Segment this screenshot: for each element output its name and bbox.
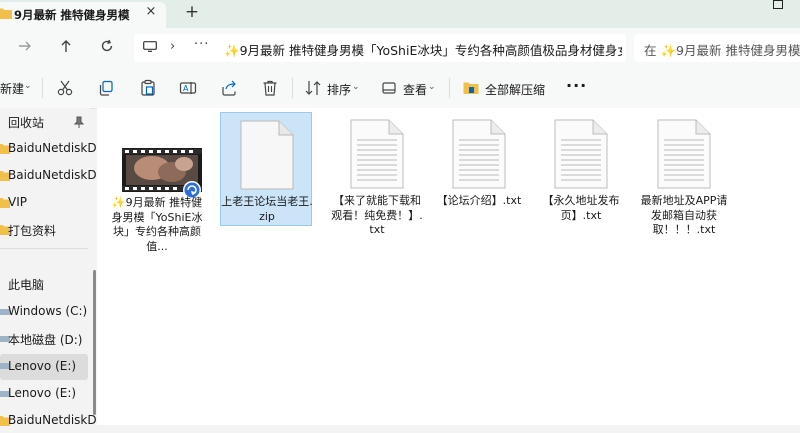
arrow-right-icon (19, 41, 31, 51)
command-bar: 新建 ⌄ A 排序 ⌄ 查看 ⌄ 全部解压缩 ··· (0, 68, 800, 109)
divider (0, 248, 88, 249)
sidebar-item-label: 本地磁盘 (D:) (8, 333, 83, 347)
file-item-txt[interactable]: 【论坛介绍】.txt (433, 112, 525, 226)
file-name: 【来了就能下载和观看！纯免费！】.txt (331, 194, 423, 236)
text-file-icon (452, 119, 506, 189)
file-item-txt[interactable]: 最新地址及APP请发邮箱自动获取！！！.txt (638, 112, 730, 236)
share-icon[interactable] (220, 79, 238, 97)
rename-icon[interactable]: A (179, 79, 197, 97)
divider (42, 78, 43, 98)
more-options-button[interactable]: ··· (566, 76, 587, 95)
address-bar[interactable]: › ··· ✨9月最新 推特健身男模「YoShiE冰块」专约各种高颜值极品身材健… (134, 34, 626, 62)
sidebar-item-label: Windows (C:) (8, 304, 88, 318)
sidebar-item-recycle-bin[interactable]: 回收站 (0, 110, 88, 134)
file-item-zip[interactable]: 上老王论坛当老王.zip (220, 112, 313, 226)
refresh-icon (101, 39, 113, 52)
sidebar-item-drive-c[interactable]: Windows (C:) (0, 300, 88, 324)
sidebar-item-drive-e-2[interactable]: Lenovo (E:) (0, 382, 88, 406)
view-button[interactable]: 查看 (403, 81, 427, 98)
forward-button[interactable] (17, 38, 33, 54)
sort-button[interactable]: 排序 (327, 81, 351, 98)
up-button[interactable] (58, 38, 74, 54)
browser-tab[interactable]: 9月最新 推特健身男模「YoS × (0, 2, 166, 28)
file-item-txt[interactable]: 【来了就能下载和观看！纯免费！】.txt (331, 112, 423, 236)
breadcrumb-overflow-button[interactable]: ··· (194, 37, 209, 52)
sort-icon[interactable] (304, 79, 322, 97)
refresh-button[interactable] (99, 38, 115, 54)
chevron-down-icon[interactable]: ⌄ (352, 82, 360, 92)
sidebar-item-label: 回收站 (8, 116, 45, 130)
file-name: 最新地址及APP请发邮箱自动获取！！！.txt (640, 194, 728, 236)
sidebar-item-baidunetdisk-3[interactable]: BaiduNetdiskD (0, 409, 97, 433)
breadcrumb-chevron-icon[interactable]: › (170, 39, 175, 54)
divider (292, 78, 293, 98)
sidebar-scrollbar[interactable] (93, 270, 96, 415)
new-tab-button[interactable]: + (184, 3, 200, 21)
sidebar-item-vip[interactable]: VIP (0, 191, 88, 215)
pin-icon[interactable] (74, 116, 84, 128)
sidebar-item-label: BaiduNetdiskDo (8, 168, 104, 182)
new-button[interactable]: 新建 (0, 80, 24, 97)
sidebar-item-this-pc[interactable]: 此电脑 (0, 272, 88, 296)
navigation-bar: › ··· ✨9月最新 推特健身男模「YoShiE冰块」专约各种高颜值极品身材健… (0, 28, 800, 68)
chevron-down-icon[interactable]: ⌄ (428, 82, 436, 92)
paste-icon[interactable] (139, 79, 157, 97)
file-name: 【永久地址发布页】.txt (542, 194, 620, 222)
text-file-icon (554, 119, 608, 189)
maximize-button[interactable] (773, 0, 783, 9)
svg-text:A: A (183, 84, 189, 93)
close-tab-button[interactable]: × (144, 5, 158, 19)
sidebar-item-baidunetdisk-2[interactable]: BaiduNetdiskDo (0, 164, 104, 188)
text-file-icon (350, 119, 404, 189)
sidebar-item-label: VIP (8, 195, 27, 209)
extract-icon[interactable] (462, 79, 480, 97)
title-bar: 9月最新 推特健身男模「YoS × + (0, 0, 800, 28)
breadcrumb-path[interactable]: ✨9月最新 推特健身男模「YoShiE冰块」专约各种高颜值极品身材健身女 (224, 40, 622, 59)
zip-file-icon (240, 120, 294, 190)
sidebar-item-label: Lenovo (E:) (8, 386, 77, 400)
sidebar-item-packaged-materials[interactable]: 打包资料 (0, 218, 88, 242)
sidebar-item-label: Lenovo (E:) (8, 359, 77, 373)
chevron-down-icon[interactable]: ⌄ (24, 81, 32, 91)
sidebar-item-baidunetdisk-1[interactable]: BaiduNetdiskDo (0, 137, 104, 161)
copy-icon[interactable] (97, 79, 115, 97)
text-file-icon (657, 119, 711, 189)
arrow-up-icon (61, 40, 71, 52)
search-placeholder: 在 ✨9月最新 推特健身男模 (644, 43, 800, 58)
file-name: 【论坛介绍】.txt (436, 194, 522, 207)
delete-icon[interactable] (261, 79, 279, 97)
cut-icon[interactable] (56, 79, 74, 97)
sidebar-item-label: 此电脑 (8, 278, 45, 292)
video-thumbnail (122, 148, 202, 199)
file-item-txt[interactable]: 【永久地址发布页】.txt (535, 112, 627, 226)
sidebar-item-drive-d[interactable]: 本地磁盘 (D:) (0, 327, 88, 351)
file-list: ✨9月最新 推特健身男模「YoShiE冰块」专约各种高颜值... 上老王论坛当老… (97, 108, 800, 425)
navigation-pane: 回收站 BaiduNetdiskDo BaiduNetdiskDo VIP 打包… (0, 108, 104, 427)
file-name: 上老王论坛当老王.zip (221, 195, 313, 223)
file-name: ✨9月最新 推特健身男模「YoShiE冰块」专约各种高颜值... (111, 196, 203, 253)
sidebar-item-drive-e[interactable]: Lenovo (E:) (0, 354, 88, 380)
divider (449, 78, 450, 98)
tab-title: 9月最新 推特健身男模「YoS (14, 8, 134, 22)
folder-icon (0, 8, 12, 19)
search-box[interactable]: 在 ✨9月最新 推特健身男模 (634, 34, 800, 62)
view-icon[interactable] (380, 79, 398, 97)
computer-icon (143, 41, 157, 52)
sidebar-item-label: 打包资料 (8, 224, 57, 238)
sidebar-item-label: BaiduNetdiskDo (8, 141, 104, 155)
extract-all-button[interactable]: 全部解压缩 (485, 81, 545, 98)
